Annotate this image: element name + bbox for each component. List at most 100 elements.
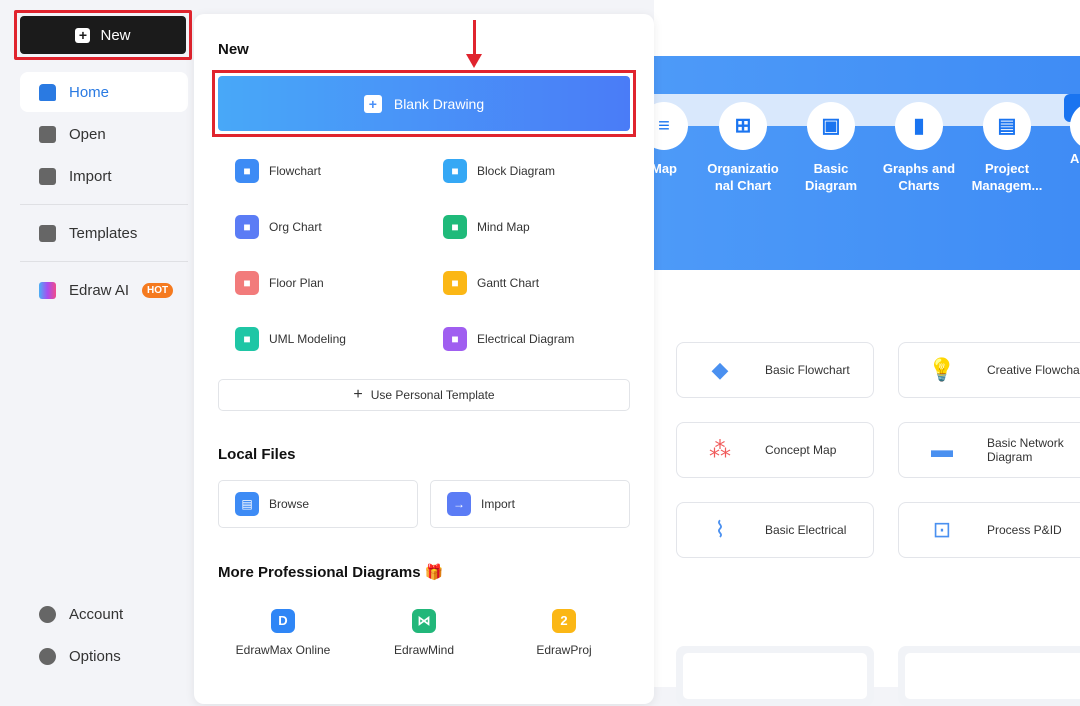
label: Templates xyxy=(69,225,137,242)
template-card[interactable]: ⌇Basic Electrical xyxy=(676,502,874,558)
label: Block Diagram xyxy=(477,164,555,178)
diagram-type-floor-plan[interactable]: ■ Floor Plan xyxy=(235,271,324,295)
label: Process P&ID xyxy=(987,523,1062,537)
org-chart-icon: ⊞ xyxy=(719,102,767,150)
bar-chart-icon: ▮ xyxy=(895,102,943,150)
diagram-type-org-chart[interactable]: ■ Org Chart xyxy=(235,215,322,239)
label: Gantt Chart xyxy=(477,276,539,290)
diagram-type-icon: ■ xyxy=(443,159,467,183)
plus-icon: + xyxy=(75,28,90,43)
browse-icon: ▤ xyxy=(235,492,259,516)
template-card[interactable]: 💡Creative FlowchartN xyxy=(898,342,1080,398)
diagram-type-mind-map[interactable]: ■ Mind Map xyxy=(443,215,530,239)
sidebar-item-open[interactable]: Open xyxy=(20,114,188,154)
diagram-type-icon: ■ xyxy=(235,159,259,183)
diagram-type-electrical-diagram[interactable]: ■Electrical Diagram xyxy=(443,327,574,351)
label: Use Personal Template xyxy=(371,388,495,402)
diagram-type-block-diagram[interactable]: ■ Block Diagram xyxy=(443,159,555,183)
sidebar-item-home[interactable]: Home xyxy=(20,72,188,112)
label: Basic Flowchart xyxy=(765,363,850,377)
label: Project Managem... xyxy=(972,161,1043,193)
template-thumbnail[interactable] xyxy=(898,646,1080,706)
templates-icon xyxy=(39,225,56,242)
product-edrawmax-online[interactable]: DEdrawMax Online xyxy=(218,609,348,657)
new-label: New xyxy=(100,27,130,44)
edrawmind-icon: ⋈ xyxy=(412,609,436,633)
electrical-icon: ⌇ xyxy=(695,510,745,550)
diagram-type-icon: ■ xyxy=(443,327,467,351)
diagram-type-gantt-chart[interactable]: ■Gantt Chart xyxy=(443,271,539,295)
account-icon xyxy=(39,606,56,623)
edraw-ai-icon xyxy=(39,282,56,299)
import-icon xyxy=(39,168,56,185)
diagram-type-icon: ■ xyxy=(235,271,259,295)
home-main: ≡Map ⊞Organizatio nal Chart ▣Basic Diagr… xyxy=(654,0,1080,687)
label: Home xyxy=(69,84,109,101)
label: UML Modeling xyxy=(269,332,346,346)
new-button[interactable]: + New xyxy=(14,10,192,60)
label: A C xyxy=(1070,151,1080,166)
gear-icon xyxy=(39,648,56,665)
product-edrawmind[interactable]: ⋈ EdrawMind xyxy=(359,609,489,657)
label: Import xyxy=(69,168,112,185)
product-edrawproj[interactable]: 2EdrawProj xyxy=(499,609,629,657)
flowchart-icon: ◆ xyxy=(695,350,745,390)
use-personal-template-button[interactable]: +Use Personal Template xyxy=(218,379,630,411)
diagram-type-icon: ■ xyxy=(235,327,259,351)
more-heading: More Professional Diagrams 🎁 xyxy=(218,563,443,581)
gift-icon: 🎁 xyxy=(425,564,444,581)
label: EdrawProj xyxy=(536,643,591,657)
template-card[interactable]: ⁂ Concept Map xyxy=(676,422,874,478)
category-org-chart[interactable]: ⊞ Organizatio nal Chart xyxy=(698,102,788,194)
label: Flowchart xyxy=(269,164,321,178)
sidebar-item-account[interactable]: Account xyxy=(20,594,188,634)
label: Creative Flowchart xyxy=(987,363,1080,377)
template-card[interactable]: ◆ Basic Flowchart xyxy=(676,342,874,398)
template-card[interactable]: ▬ Basic Network Diagram xyxy=(898,422,1080,478)
import-icon: → xyxy=(447,492,471,516)
category-graphs[interactable]: ▮ Graphs and Charts xyxy=(874,102,964,194)
plus-icon: + xyxy=(364,95,382,113)
diagram-type-icon: ■ xyxy=(443,215,467,239)
label: Basic Network Diagram xyxy=(987,436,1077,464)
label: Floor Plan xyxy=(269,276,324,290)
category-basic-diagram[interactable]: ▣Basic Diagram xyxy=(786,102,876,194)
template-thumbnail[interactable] xyxy=(676,646,874,706)
diagram-type-icon: ■ xyxy=(235,215,259,239)
label: Graphs and Charts xyxy=(883,161,955,193)
hot-badge: HOT xyxy=(142,283,173,298)
blank-drawing-button[interactable]: +Blank Drawing xyxy=(218,76,630,131)
sidebar: + New Home Open Import Templates Edraw AI… xyxy=(0,0,194,687)
label: Browse xyxy=(269,497,309,511)
basic-diagram-icon: ▣ xyxy=(807,102,855,150)
diagram-type-flowchart[interactable]: ■ Flowchart xyxy=(235,159,321,183)
label: EdrawMind xyxy=(394,643,454,657)
label: EdrawMax Online xyxy=(236,643,331,657)
annotation-arrow xyxy=(473,20,476,60)
label: Import xyxy=(481,497,515,511)
category-project[interactable]: ▤Project Managem... xyxy=(962,102,1052,194)
label: Options xyxy=(69,648,121,665)
sidebar-item-import[interactable]: Import xyxy=(20,156,188,196)
label: Mind Map xyxy=(477,220,530,234)
label: Org Chart xyxy=(269,220,322,234)
diagram-type-uml-modeling[interactable]: ■ UML Modeling xyxy=(235,327,346,351)
label: Map xyxy=(651,161,677,176)
divider xyxy=(20,261,188,262)
sidebar-item-templates[interactable]: Templates xyxy=(20,213,188,253)
label: Concept Map xyxy=(765,443,836,457)
label: Organizatio nal Chart xyxy=(707,161,779,193)
category-more[interactable]: A C xyxy=(1050,102,1080,167)
creative-flowchart-icon: 💡 xyxy=(917,350,967,390)
new-panel: New +Blank Drawing ■ Flowchart ■ Block Diag… xyxy=(194,14,654,704)
import-button[interactable]: → Import xyxy=(430,480,630,528)
file-icon xyxy=(39,126,56,143)
sidebar-item-edraw-ai[interactable]: Edraw AIHOT xyxy=(20,270,188,310)
browse-button[interactable]: ▤ Browse xyxy=(218,480,418,528)
concept-map-icon: ⁂ xyxy=(695,430,745,470)
pid-icon: ⊡ xyxy=(917,510,967,550)
sidebar-item-options[interactable]: Options xyxy=(20,636,188,676)
network-icon: ▬ xyxy=(917,430,967,470)
template-card[interactable]: ⊡ Process P&ID xyxy=(898,502,1080,558)
new-heading: New xyxy=(218,41,249,58)
